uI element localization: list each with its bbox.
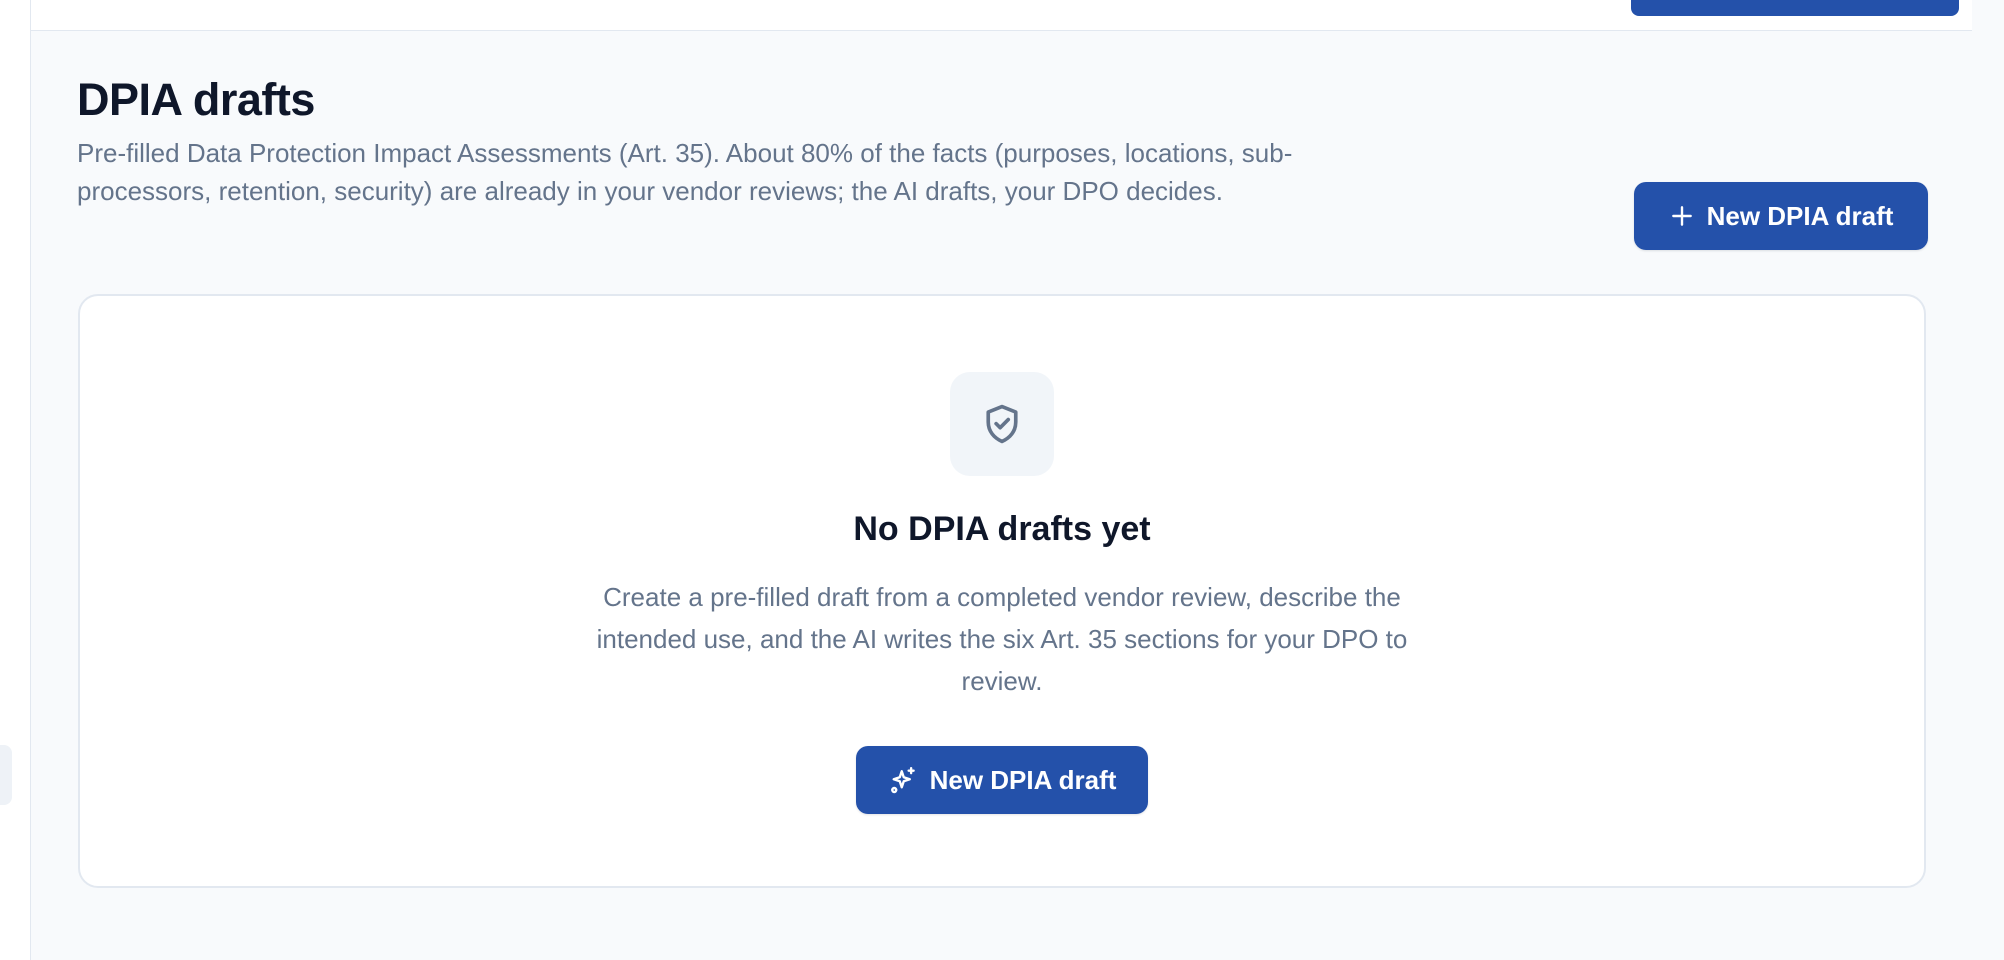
sidebar	[0, 0, 31, 960]
sidebar-item[interactable]	[0, 745, 12, 805]
top-bar	[31, 0, 1972, 31]
empty-state-title: No DPIA drafts yet	[853, 510, 1151, 548]
sparkles-icon	[890, 766, 915, 794]
new-dpia-draft-label: New DPIA draft	[1706, 200, 1894, 231]
plus-icon	[1671, 206, 1692, 226]
topbar-action-button[interactable]	[1631, 0, 1959, 16]
shield-check-icon	[986, 404, 1018, 444]
new-dpia-draft-button[interactable]: New DPIA draft	[1634, 182, 1928, 250]
page-description: Pre-filled Data Protection Impact Assess…	[77, 138, 1293, 206]
page-title: DPIA drafts	[77, 74, 315, 125]
empty-state-card: No DPIA drafts yet Create a pre-filled d…	[78, 294, 1926, 888]
empty-state-description: Create a pre-filled draft from a complet…	[596, 582, 1408, 696]
empty-state-button-label: New DPIA draft	[929, 764, 1117, 795]
empty-state-icon-tile	[950, 372, 1054, 476]
empty-state-new-dpia-draft-button[interactable]: New DPIA draft	[856, 746, 1148, 814]
